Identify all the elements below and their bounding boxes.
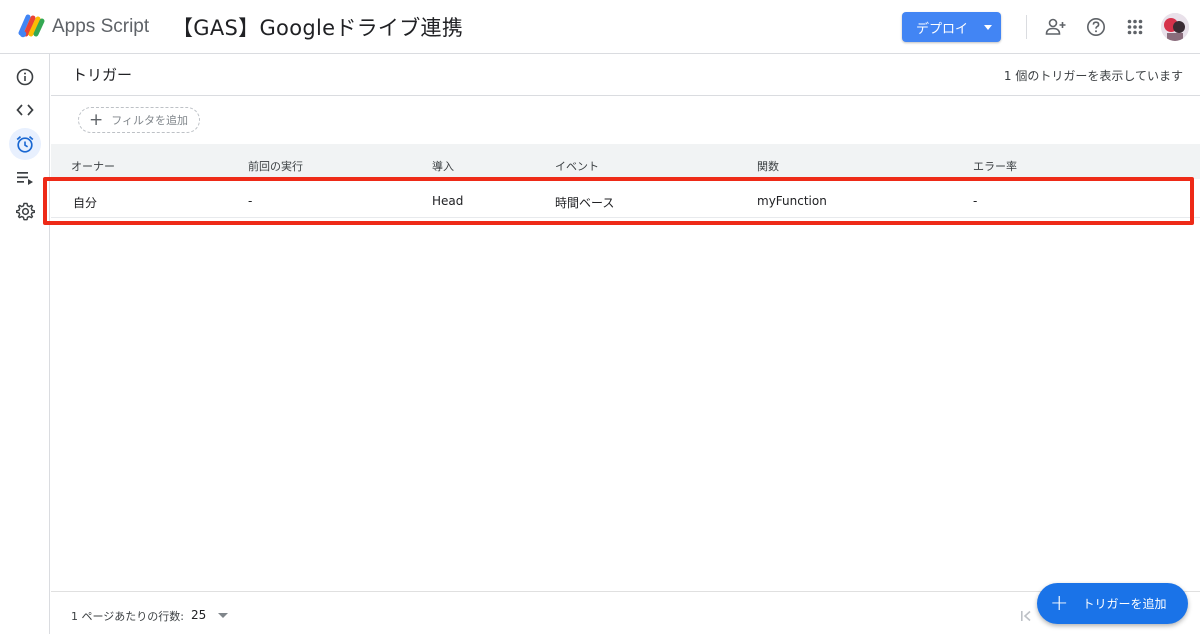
cell-last-run: -	[248, 194, 253, 208]
add-filter-button[interactable]: + フィルタを追加	[78, 107, 200, 133]
cell-deployment: Head	[432, 194, 464, 208]
column-header-owner[interactable]: オーナー	[71, 158, 115, 174]
divider	[1026, 15, 1027, 39]
trigger-count-text: 1 個のトリガーを表示しています	[1003, 69, 1183, 83]
apps-grid-icon[interactable]	[1123, 15, 1147, 39]
column-header-function[interactable]: 関数	[757, 158, 779, 174]
rows-per-page-select[interactable]: 25	[191, 605, 233, 625]
project-title[interactable]: 【GAS】Googleドライブ連携	[172, 12, 463, 42]
plus-icon: +	[89, 109, 104, 130]
column-header-event[interactable]: イベント	[555, 158, 599, 174]
column-header-deployment[interactable]: 導入	[432, 158, 454, 174]
info-icon[interactable]	[9, 61, 41, 93]
first-page-icon[interactable]	[1016, 606, 1036, 626]
executions-icon[interactable]	[9, 162, 41, 194]
cell-owner: 自分	[73, 196, 98, 210]
plus-icon: +	[1050, 590, 1069, 616]
add-trigger-button[interactable]: + トリガーを追加	[1037, 583, 1188, 624]
cell-error-rate: -	[973, 194, 978, 208]
add-filter-label: フィルタを追加	[111, 114, 189, 127]
table-row[interactable]: 自分 - Head 時間ベース myFunction -	[51, 184, 1200, 218]
column-header-last-run[interactable]: 前回の実行	[248, 158, 303, 174]
app-name[interactable]: Apps Script	[52, 16, 149, 38]
main-content: トリガー 1 個のトリガーを表示しています + フィルタを追加 オーナー 前回の…	[43, 54, 1200, 634]
caret-down-icon	[984, 25, 992, 30]
table-header: オーナー 前回の実行 導入 イベント 関数 エラー率	[51, 144, 1200, 179]
deploy-button-label: デプロイ	[916, 21, 969, 37]
deploy-button[interactable]: デプロイ	[902, 12, 1001, 42]
avatar[interactable]	[1161, 13, 1189, 41]
left-nav	[0, 54, 50, 634]
add-trigger-label: トリガーを追加	[1082, 597, 1167, 611]
cell-function: myFunction	[757, 194, 827, 208]
apps-script-logo[interactable]	[18, 13, 46, 39]
rows-per-page-value: 25	[191, 608, 207, 622]
divider	[51, 95, 1200, 96]
alarm-clock-icon[interactable]	[9, 128, 41, 160]
cell-event: 時間ベース	[555, 196, 615, 210]
settings-gear-icon[interactable]	[9, 195, 41, 227]
help-icon[interactable]	[1084, 15, 1108, 39]
page-title: トリガー	[72, 66, 133, 84]
column-header-error-rate[interactable]: エラー率	[973, 158, 1017, 174]
rows-per-page-label: 1 ページあたりの行数:	[71, 610, 184, 623]
add-collaborator-icon[interactable]	[1044, 15, 1068, 39]
divider	[51, 591, 1200, 592]
code-icon[interactable]	[9, 94, 41, 126]
caret-down-icon	[218, 612, 229, 618]
top-bar: Apps Script 【GAS】Googleドライブ連携 デプロイ	[0, 0, 1200, 54]
